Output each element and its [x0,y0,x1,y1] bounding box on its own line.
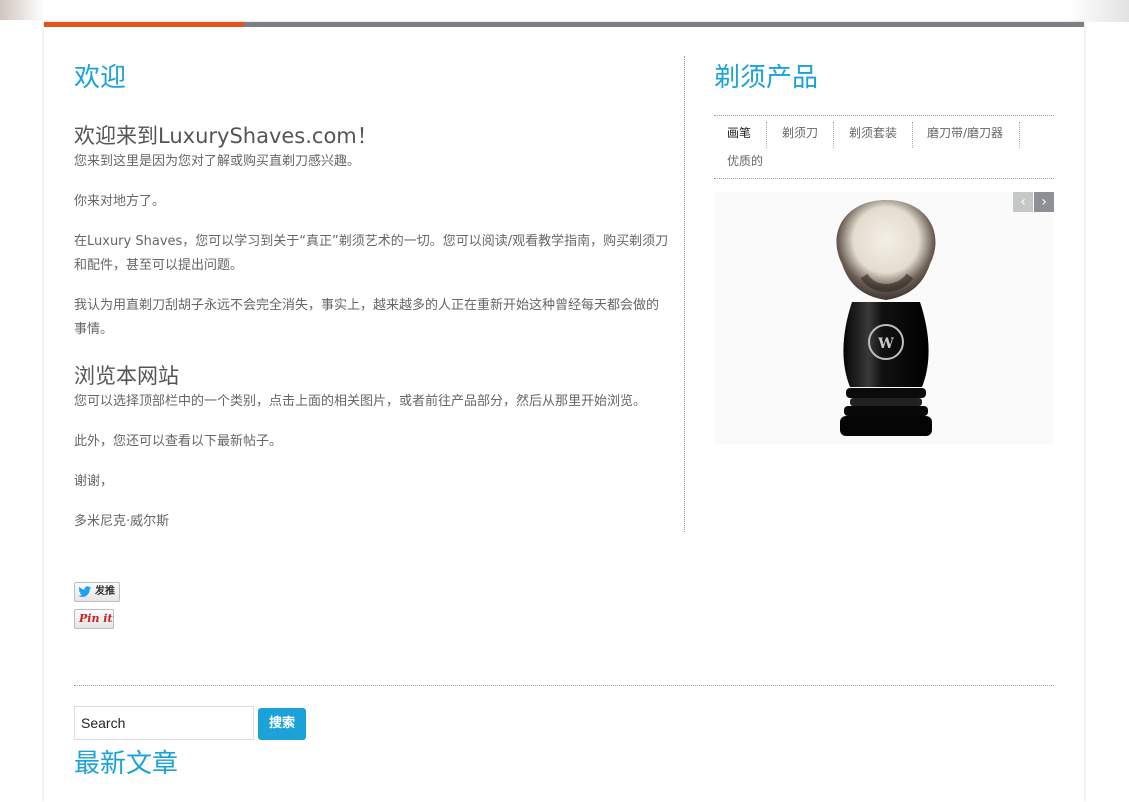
page-title: 欢迎 [74,63,127,93]
browse-paragraph: 此外，您还可以查看以下最新帖子。 [74,434,283,449]
search-input[interactable]: Search [74,706,254,740]
top-accent-orange [44,22,244,27]
tab-separator [766,122,767,148]
thanks-text: 谢谢， [74,474,114,489]
top-accent-bar [44,22,1084,27]
pinit-button[interactable]: Pin it [74,609,114,629]
intro-paragraph: 我认为用直剃刀刮胡子永远不会完全消失，事实上，越来越多的人正在重新开始这种曾经每… [74,298,660,337]
page-container: 欢迎 欢迎来到LuxuryShaves.com！ 您来到这里是因为您对了解或购买… [44,22,1084,802]
background-decoration-left [0,0,44,20]
product-tabs: 画笔 剃须刀 剃须套装 磨刀带/磨刀器 优质的 [714,115,1054,179]
chevron-right-icon: › [1041,194,1047,210]
tab-razors[interactable]: 剃须刀 [782,125,818,141]
tweet-label: 发推 [95,586,115,597]
tab-separator [833,122,834,148]
intro-paragraph: 在Luxury Shaves，您可以学习到关于“真正”剃须艺术的一切。您可以阅读… [74,234,669,273]
browse-heading: 浏览本网站 [74,364,179,388]
intro-paragraph: 您来到这里是因为您对了解或购买直剃刀感兴趣。 [74,154,361,169]
tab-strops-hones[interactable]: 磨刀带/磨刀器 [927,125,1003,141]
tab-shaving-sets[interactable]: 剃须套装 [849,125,897,141]
chevron-left-icon: ‹ [1020,194,1026,210]
search-button[interactable]: 搜索 [258,708,306,740]
column-divider [684,56,685,532]
author-signature: 多米尼克·威尔斯 [74,514,170,529]
latest-posts-heading: 最新文章 [74,749,179,779]
product-slider: W ‹ › [714,192,1054,444]
tab-brushes[interactable]: 画笔 [727,125,751,141]
tweet-button[interactable]: 发推 [74,582,120,602]
slider-prev-button[interactable]: ‹ [1013,192,1033,212]
section-divider [74,685,1054,686]
tab-separator [1019,122,1020,148]
sidebar-title: 剃须产品 [714,63,819,93]
background-decoration-right [1069,0,1129,22]
pinit-label: Pin it [79,612,113,625]
svg-text:W: W [877,336,894,352]
shaving-brush-image[interactable]: W [714,192,1054,444]
tab-premium[interactable]: 优质的 [727,153,763,169]
main-content: 欢迎 欢迎来到LuxuryShaves.com！ 您来到这里是因为您对了解或购买… [74,60,669,534]
sidebar: 剃须产品 画笔 剃须刀 剃须套装 磨刀带/磨刀器 优质的 W ‹ › [714,58,1054,444]
intro-paragraph: 你来对地方了。 [74,194,166,209]
twitter-bird-icon [78,586,92,597]
tab-separator [912,122,913,148]
welcome-heading: 欢迎来到LuxuryShaves.com！ [74,124,378,148]
browse-paragraph: 您可以选择顶部栏中的一个类别，点击上面的相关图片，或者前往产品部分，然后从那里开… [74,394,647,409]
slider-next-button[interactable]: › [1034,192,1054,212]
